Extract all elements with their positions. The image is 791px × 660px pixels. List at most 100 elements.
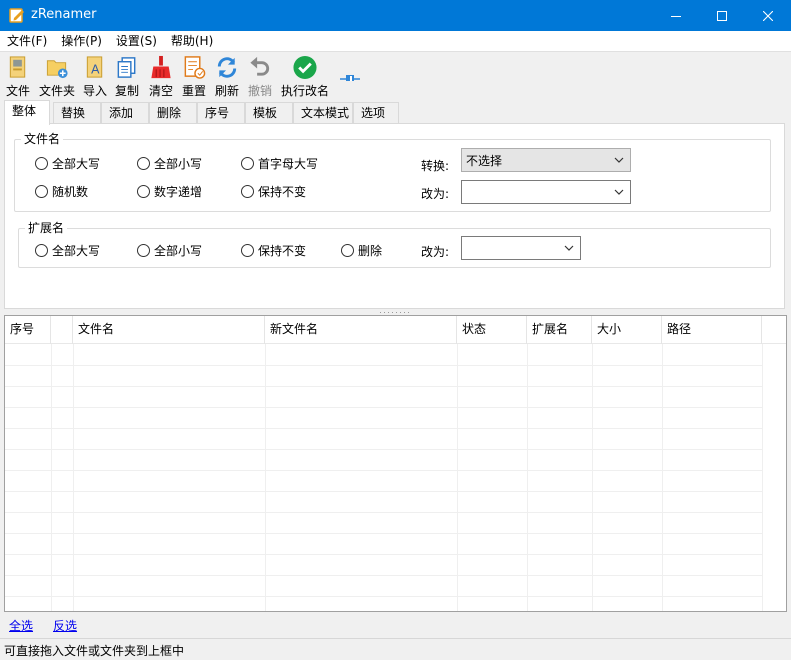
fn-increment-radio[interactable]: 数字递增 <box>137 183 202 200</box>
undo-button[interactable]: 撤销 <box>247 52 273 99</box>
status-bar: 可直接拖入文件或文件夹到上框中 <box>0 638 791 660</box>
maximize-icon <box>717 10 727 21</box>
import-button[interactable]: A 导入 <box>82 52 108 99</box>
col-header-new-filename[interactable]: 新文件名 <box>265 316 457 344</box>
grid-col-line <box>457 344 458 611</box>
menu-bar: 文件(F) 操作(P) 设置(S) 帮助(H) <box>0 31 791 51</box>
refresh-icon <box>217 57 237 78</box>
reset-label: 重置 <box>181 84 206 98</box>
undo-icon <box>250 56 270 76</box>
col-header-filename[interactable]: 文件名 <box>73 316 265 344</box>
tab-overall[interactable]: 整体 <box>4 100 50 125</box>
extension-group: 扩展名 全部大写 全部小写 保持不变 删除 改为: <box>18 220 771 268</box>
select-all-link[interactable]: 全选 <box>9 617 33 634</box>
tab-add[interactable]: 添加 <box>101 102 149 124</box>
grid-row-line <box>5 407 762 408</box>
tab-replace[interactable]: 替换 <box>53 102 101 124</box>
menu-operation[interactable]: 操作(P) <box>54 31 109 51</box>
menu-file[interactable]: 文件(F) <box>0 31 54 51</box>
grid-row-line <box>5 512 762 513</box>
convert-label: 转换: <box>421 159 450 173</box>
tab-sequence[interactable]: 序号 <box>197 102 245 124</box>
grid-col-line <box>592 344 593 611</box>
grid-col-line <box>265 344 266 611</box>
grid-row-line <box>5 449 762 450</box>
copy-button[interactable]: 复制 <box>114 52 140 99</box>
close-icon <box>763 10 773 21</box>
execute-rename-button[interactable]: 执行改名 <box>281 52 329 99</box>
fn-random-radio[interactable]: 随机数 <box>35 183 88 200</box>
minimize-button[interactable] <box>653 0 699 31</box>
file-icon <box>9 56 26 78</box>
menu-help[interactable]: 帮助(H) <box>164 31 220 51</box>
invert-selection-link[interactable]: 反选 <box>53 617 77 634</box>
col-header-size[interactable]: 大小 <box>592 316 662 344</box>
tab-options[interactable]: 选项 <box>353 102 399 124</box>
col-header-check[interactable] <box>51 316 73 344</box>
pin-button[interactable] <box>339 52 361 99</box>
minimize-icon <box>671 15 681 17</box>
ext-delete-radio[interactable]: 删除 <box>341 242 382 259</box>
grid-row-line <box>5 470 762 471</box>
pin-icon <box>340 75 360 81</box>
footer-links: 全选 反选 <box>0 612 791 637</box>
clear-button[interactable]: 清空 <box>148 52 174 99</box>
grid-col-line <box>762 344 763 611</box>
convert-select[interactable]: 不选择 <box>461 148 631 172</box>
fn-all-upper-radio[interactable]: 全部大写 <box>35 155 100 172</box>
grid-header: 序号 文件名 新文件名 状态 扩展名 大小 路径 <box>5 316 786 344</box>
ext-change-select[interactable] <box>461 236 581 260</box>
svg-text:A: A <box>91 62 100 76</box>
clear-label: 清空 <box>148 84 173 98</box>
folder-button[interactable]: 文件夹 <box>38 52 76 99</box>
broom-icon <box>151 55 171 79</box>
refresh-label: 刷新 <box>214 84 239 98</box>
ext-keep-radio[interactable]: 保持不变 <box>241 242 306 259</box>
filename-group-title: 文件名 <box>21 131 64 147</box>
grid-col-line <box>73 344 74 611</box>
file-label: 文件 <box>5 84 30 98</box>
reset-button[interactable]: 重置 <box>181 52 207 99</box>
folder-label: 文件夹 <box>38 84 75 98</box>
tab-template[interactable]: 模板 <box>245 102 293 124</box>
fn-change-select[interactable] <box>461 180 631 204</box>
ext-all-lower-radio[interactable]: 全部小写 <box>137 242 202 259</box>
reset-icon <box>184 56 206 79</box>
grid-row-line <box>5 575 762 576</box>
grid-row-line <box>5 365 762 366</box>
undo-label: 撤销 <box>247 84 272 98</box>
fn-keep-radio[interactable]: 保持不变 <box>241 183 306 200</box>
ext-change-label: 改为: <box>421 245 450 259</box>
fn-all-lower-radio[interactable]: 全部小写 <box>137 155 202 172</box>
col-header-path[interactable]: 路径 <box>662 316 762 344</box>
splitter-grip[interactable] <box>380 311 410 314</box>
filename-group: 文件名 全部大写 全部小写 首字母大写 随机数 数字递增 保持不变 转换: 不选… <box>14 131 771 212</box>
window-title: zRenamer <box>31 7 97 22</box>
ext-all-upper-radio[interactable]: 全部大写 <box>35 242 100 259</box>
tab-delete[interactable]: 删除 <box>149 102 197 124</box>
refresh-button[interactable]: 刷新 <box>214 52 240 99</box>
chevron-down-icon <box>614 157 624 163</box>
app-icon <box>9 8 24 23</box>
menu-settings[interactable]: 设置(S) <box>109 31 164 51</box>
close-button[interactable] <box>745 0 791 31</box>
col-header-status[interactable]: 状态 <box>457 316 527 344</box>
file-button[interactable]: 文件 <box>5 52 31 99</box>
grid-col-line <box>51 344 52 611</box>
execute-label: 执行改名 <box>281 84 330 98</box>
grid-row-line <box>5 491 762 492</box>
copy-icon <box>117 57 136 78</box>
copy-label: 复制 <box>114 84 139 98</box>
file-list-grid[interactable]: 序号 文件名 新文件名 状态 扩展名 大小 路径 <box>4 315 787 612</box>
maximize-button[interactable] <box>699 0 745 31</box>
fn-capitalize-radio[interactable]: 首字母大写 <box>241 155 318 172</box>
col-header-extension[interactable]: 扩展名 <box>527 316 592 344</box>
chevron-down-icon <box>614 189 624 195</box>
toolbar: 文件 文件夹 A 导入 复制 清空 重置 刷新 撤销 执行改名 <box>0 51 791 98</box>
tab-text-mode[interactable]: 文本模式 <box>293 102 353 124</box>
tab-panel-overall: 文件名 全部大写 全部小写 首字母大写 随机数 数字递增 保持不变 转换: 不选… <box>4 123 785 309</box>
title-bar: zRenamer <box>0 0 791 31</box>
col-header-index[interactable]: 序号 <box>5 316 51 344</box>
grid-row-line <box>5 596 762 597</box>
import-icon: A <box>86 56 103 78</box>
